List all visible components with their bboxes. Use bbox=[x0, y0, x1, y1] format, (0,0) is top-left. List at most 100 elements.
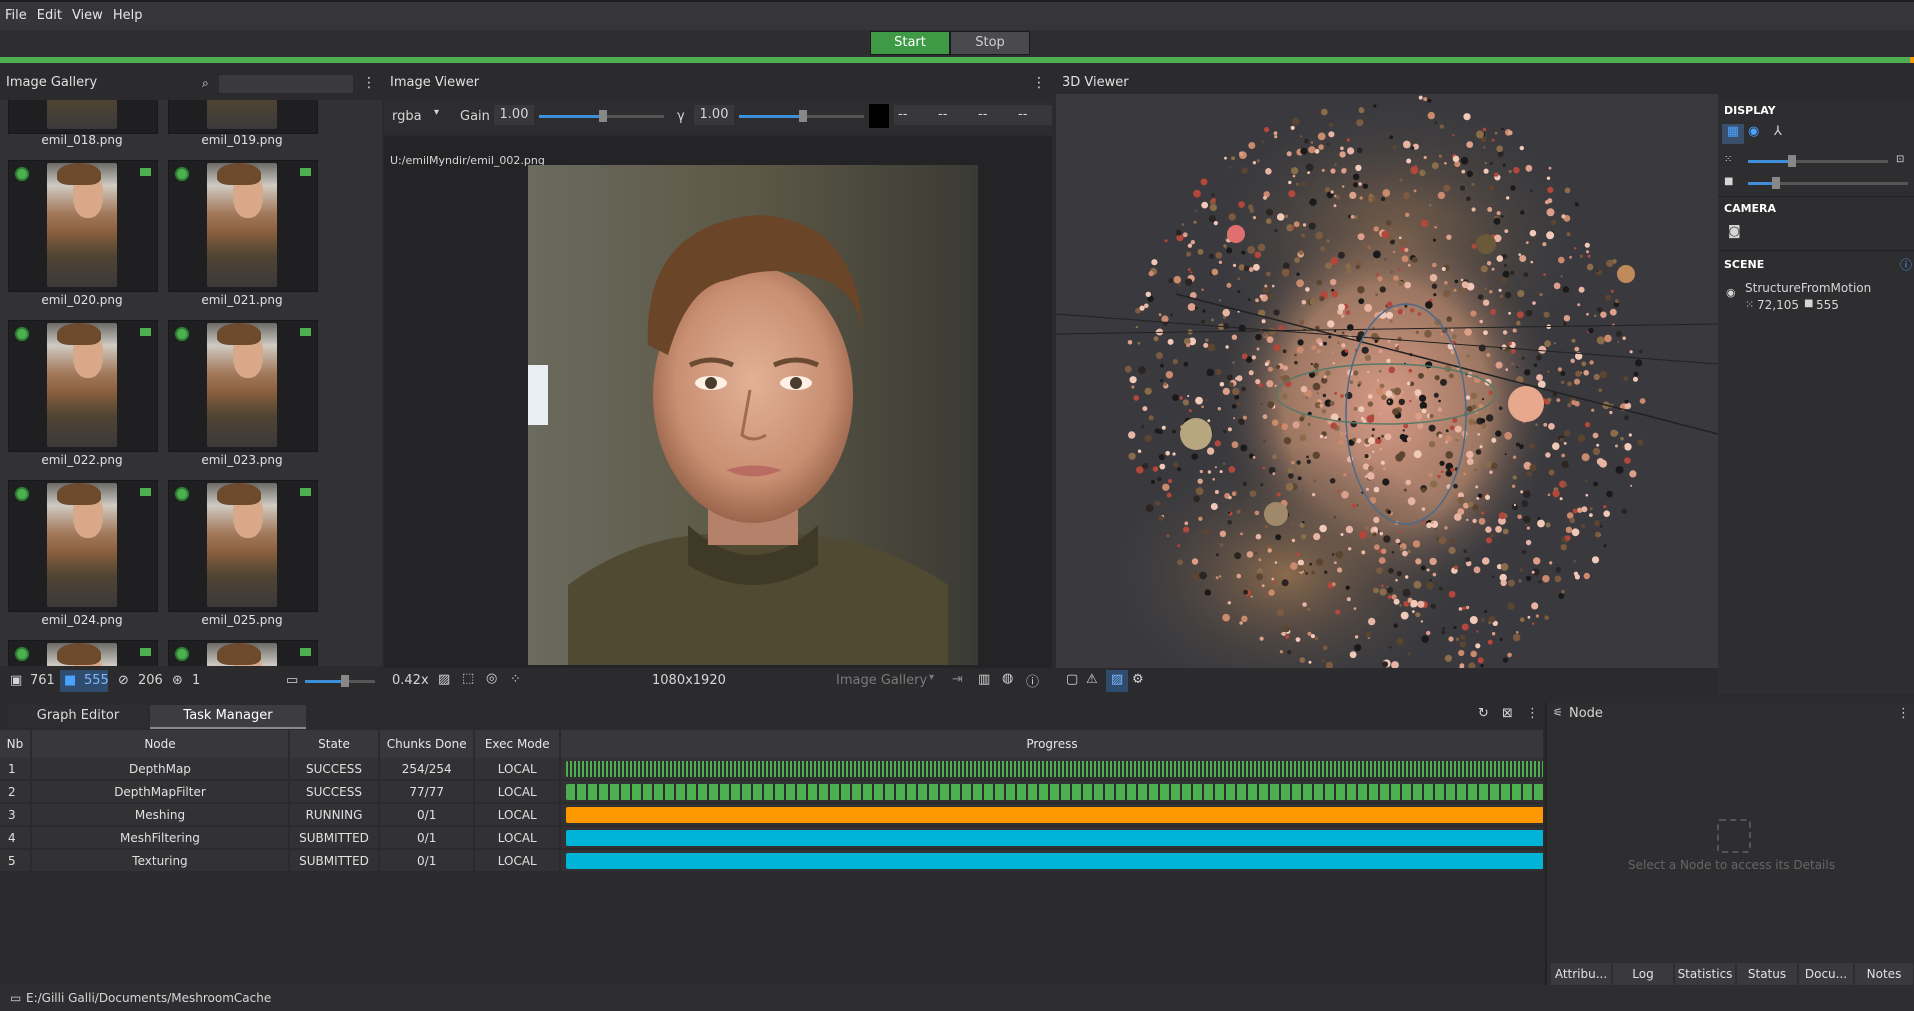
axis-icon[interactable]: ⅄ bbox=[1774, 124, 1782, 139]
start-button[interactable]: Start bbox=[870, 31, 950, 55]
point bbox=[1239, 151, 1244, 156]
slider-handle[interactable] bbox=[599, 110, 607, 122]
point bbox=[1395, 538, 1401, 544]
point bbox=[1510, 349, 1516, 354]
point bbox=[1215, 252, 1223, 259]
point bbox=[1346, 138, 1350, 142]
tab-statistics[interactable]: Statistics bbox=[1675, 963, 1735, 985]
slider-handle[interactable] bbox=[1788, 155, 1796, 167]
grid-display-icon[interactable]: ▦ bbox=[1722, 124, 1744, 144]
table-row[interactable]: 4 MeshFiltering SUBMITTED 0/1 LOCAL bbox=[0, 826, 1546, 850]
gallery-thumbnail[interactable] bbox=[168, 320, 318, 452]
table-row[interactable]: 1 DepthMap SUCCESS 254/254 LOCAL bbox=[0, 758, 1546, 781]
bounding-box-icon[interactable]: ▢ bbox=[1066, 672, 1078, 687]
import-icon[interactable]: ⇥ bbox=[952, 672, 963, 687]
point bbox=[1510, 270, 1515, 275]
info-icon[interactable]: ⓘ bbox=[1026, 671, 1039, 690]
tab-attributes[interactable]: Attribu... bbox=[1551, 963, 1611, 985]
point bbox=[1191, 453, 1198, 460]
gallery-thumbnail[interactable] bbox=[8, 100, 158, 134]
point bbox=[1387, 510, 1392, 514]
point-cloud-canvas[interactable] bbox=[1056, 94, 1718, 694]
stop-button[interactable]: Stop bbox=[950, 31, 1030, 55]
table-row[interactable]: 3 Meshing RUNNING 0/1 LOCAL bbox=[0, 803, 1546, 827]
point bbox=[1261, 319, 1266, 324]
point bbox=[1373, 104, 1377, 108]
gallery-search-input[interactable] bbox=[218, 74, 354, 94]
tab-task-manager[interactable]: Task Manager bbox=[150, 705, 306, 729]
gear-icon[interactable]: ⚙ bbox=[1132, 672, 1144, 687]
auto-refresh-off-icon[interactable]: ⊠ bbox=[1502, 706, 1513, 721]
gallery-thumbnail[interactable] bbox=[168, 160, 318, 292]
slider-handle[interactable] bbox=[799, 110, 807, 122]
point bbox=[1524, 369, 1531, 376]
tab-documentation[interactable]: Docu... bbox=[1799, 963, 1853, 985]
menu-bar: File Edit View Help bbox=[0, 0, 1914, 32]
slider-handle[interactable] bbox=[1772, 177, 1780, 189]
point bbox=[1271, 284, 1275, 288]
point bbox=[1154, 500, 1161, 507]
visibility-icon[interactable]: ◉ bbox=[1726, 286, 1736, 299]
point bbox=[1185, 278, 1193, 286]
frame-icon[interactable]: ⬚ bbox=[462, 671, 474, 686]
gallery-thumbnail[interactable] bbox=[8, 480, 158, 612]
gallery-grid[interactable]: emil_018.png emil_019.png emil_020.png e… bbox=[0, 100, 382, 666]
camera-snapshot-icon[interactable]: ◙ bbox=[1728, 224, 1741, 239]
tab-graph-editor[interactable]: Graph Editor bbox=[8, 705, 148, 727]
globe-icon[interactable]: ◍ bbox=[1002, 671, 1013, 686]
tab-status[interactable]: Status bbox=[1737, 963, 1797, 985]
menu-view[interactable]: View bbox=[67, 2, 108, 30]
table-row[interactable]: 2 DepthMapFilter SUCCESS 77/77 LOCAL bbox=[0, 780, 1546, 804]
gallery-menu-icon[interactable]: ⋮ bbox=[362, 72, 376, 94]
features-icon[interactable]: ⁘ bbox=[510, 672, 521, 687]
point bbox=[1594, 520, 1600, 527]
gallery-thumbnail[interactable] bbox=[168, 640, 318, 666]
tab-notes[interactable]: Notes bbox=[1855, 963, 1913, 985]
gamma-slider[interactable] bbox=[739, 110, 864, 122]
histogram-icon[interactable]: ▥ bbox=[978, 672, 990, 687]
source-select[interactable]: Image Gallery bbox=[836, 673, 927, 688]
viewer-3d-panel[interactable]: 3D Viewer ▢ ⚠ ▨ ⚙ bbox=[1056, 72, 1718, 694]
info-icon[interactable]: ⓘ bbox=[1900, 256, 1912, 273]
hatch-icon[interactable]: ▨ bbox=[438, 672, 450, 687]
gallery-thumbnail[interactable] bbox=[8, 160, 158, 292]
menu-help[interactable]: Help bbox=[108, 2, 148, 30]
gallery-thumbnail[interactable] bbox=[8, 640, 158, 666]
channel-select[interactable]: rgba bbox=[392, 109, 422, 124]
point bbox=[1485, 461, 1492, 468]
gain-slider[interactable] bbox=[539, 110, 664, 122]
points-size-slider[interactable] bbox=[1748, 155, 1888, 167]
thumbnail-size-slider[interactable] bbox=[305, 675, 375, 687]
point bbox=[1300, 135, 1303, 138]
point bbox=[1485, 526, 1492, 533]
tab-log[interactable]: Log bbox=[1613, 963, 1673, 985]
point bbox=[1466, 450, 1474, 459]
point bbox=[1433, 293, 1437, 297]
node-panel-menu-icon[interactable]: ⋮ bbox=[1897, 706, 1910, 721]
camera-scale-slider[interactable] bbox=[1748, 177, 1908, 189]
menu-edit[interactable]: Edit bbox=[32, 2, 67, 30]
gain-field[interactable]: 1.00 bbox=[494, 105, 534, 125]
gamma-field[interactable]: 1.00 bbox=[694, 105, 734, 125]
check-icon bbox=[15, 487, 29, 501]
task-manager-menu-icon[interactable]: ⋮ bbox=[1526, 706, 1539, 721]
slider-handle[interactable] bbox=[341, 675, 349, 687]
point bbox=[1437, 474, 1441, 479]
point bbox=[1207, 419, 1211, 423]
gallery-thumbnail[interactable] bbox=[168, 480, 318, 612]
warning-icon[interactable]: ⚠ bbox=[1086, 672, 1098, 687]
fit-icon[interactable]: ⊡ bbox=[1896, 154, 1904, 165]
gallery-thumbnail[interactable] bbox=[168, 100, 318, 134]
viewer-menu-icon[interactable]: ⋮ bbox=[1032, 72, 1046, 94]
gallery-thumbnail[interactable] bbox=[8, 320, 158, 452]
point bbox=[1184, 521, 1189, 526]
trackball-icon[interactable]: ◉ bbox=[1748, 124, 1759, 139]
scene-item-name[interactable]: StructureFromMotion bbox=[1745, 281, 1871, 295]
table-row[interactable]: 5 Texturing SUBMITTED 0/1 LOCAL bbox=[0, 849, 1546, 873]
menu-file[interactable]: File bbox=[0, 2, 32, 30]
refresh-icon[interactable]: ↻ bbox=[1478, 706, 1489, 721]
lens-icon[interactable]: ◎ bbox=[486, 671, 497, 686]
point bbox=[1344, 349, 1349, 353]
cache-path[interactable]: E:/Gilli Galli/Documents/MeshroomCache bbox=[26, 985, 271, 1011]
point bbox=[1462, 606, 1466, 610]
